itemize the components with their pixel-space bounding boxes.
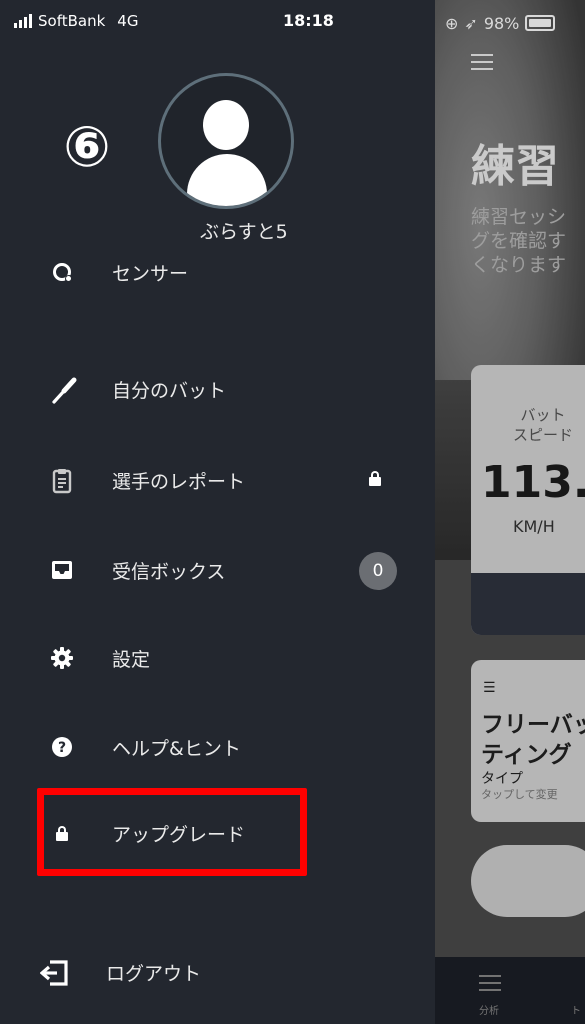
menu-item-my-bat[interactable]: 自分のバット bbox=[0, 359, 435, 419]
upgrade-highlight-box bbox=[37, 788, 307, 876]
gear-icon bbox=[50, 646, 74, 670]
dim-overlay[interactable] bbox=[435, 0, 585, 1024]
background-practice-screen: ⊕ ➶ 98% 練習 練習セッシ グを確認す くなります バット スピード 11… bbox=[435, 0, 585, 1024]
help-icon: ? bbox=[50, 735, 74, 759]
network-type: 4G bbox=[117, 12, 139, 30]
lock-icon bbox=[369, 471, 381, 486]
status-time: 18:18 bbox=[283, 11, 334, 30]
bat-icon bbox=[50, 377, 77, 404]
inbox-count-badge: 0 bbox=[359, 552, 397, 590]
menu-item-help[interactable]: ? ヘルプ&ヒント bbox=[0, 717, 435, 777]
menu-item-player-report[interactable]: 選手のレポート bbox=[0, 450, 435, 510]
username: ぶらすと5 bbox=[200, 221, 288, 243]
menu-item-label: センサー bbox=[112, 263, 189, 285]
avatar-body bbox=[187, 154, 267, 206]
menu-item-label: 自分のバット bbox=[112, 380, 227, 402]
logout-icon bbox=[39, 960, 70, 986]
menu-item-label: 受信ボックス bbox=[112, 561, 226, 583]
sensor-icon bbox=[50, 260, 74, 284]
avatar-head bbox=[203, 100, 249, 150]
carrier-name: SoftBank bbox=[38, 12, 106, 30]
signal-icon bbox=[14, 14, 32, 28]
menu-item-label: 設定 bbox=[112, 649, 151, 671]
status-bar-left: SoftBank 4G bbox=[14, 8, 138, 34]
svg-text:?: ? bbox=[58, 740, 66, 756]
menu-item-label: 選手のレポート bbox=[112, 471, 246, 493]
menu-item-label: ヘルプ&ヒント bbox=[112, 738, 241, 760]
menu-item-sensor[interactable]: センサー bbox=[0, 242, 435, 302]
avatar[interactable] bbox=[158, 73, 294, 209]
step-marker-text: ⑥ bbox=[63, 115, 111, 180]
step-marker: ⑥ bbox=[54, 115, 120, 181]
clipboard-icon bbox=[50, 468, 74, 494]
navigation-drawer: SoftBank 4G 18:18 ⑥ ぶらすと5 センサー 自分のバット 選手… bbox=[0, 0, 435, 1024]
menu-item-label: ログアウト bbox=[106, 963, 202, 985]
menu-item-inbox[interactable]: 受信ボックス 0 bbox=[0, 540, 435, 600]
menu-item-logout[interactable]: ログアウト bbox=[0, 942, 435, 1002]
inbox-icon bbox=[50, 558, 74, 582]
menu-item-settings[interactable]: 設定 bbox=[0, 628, 435, 688]
